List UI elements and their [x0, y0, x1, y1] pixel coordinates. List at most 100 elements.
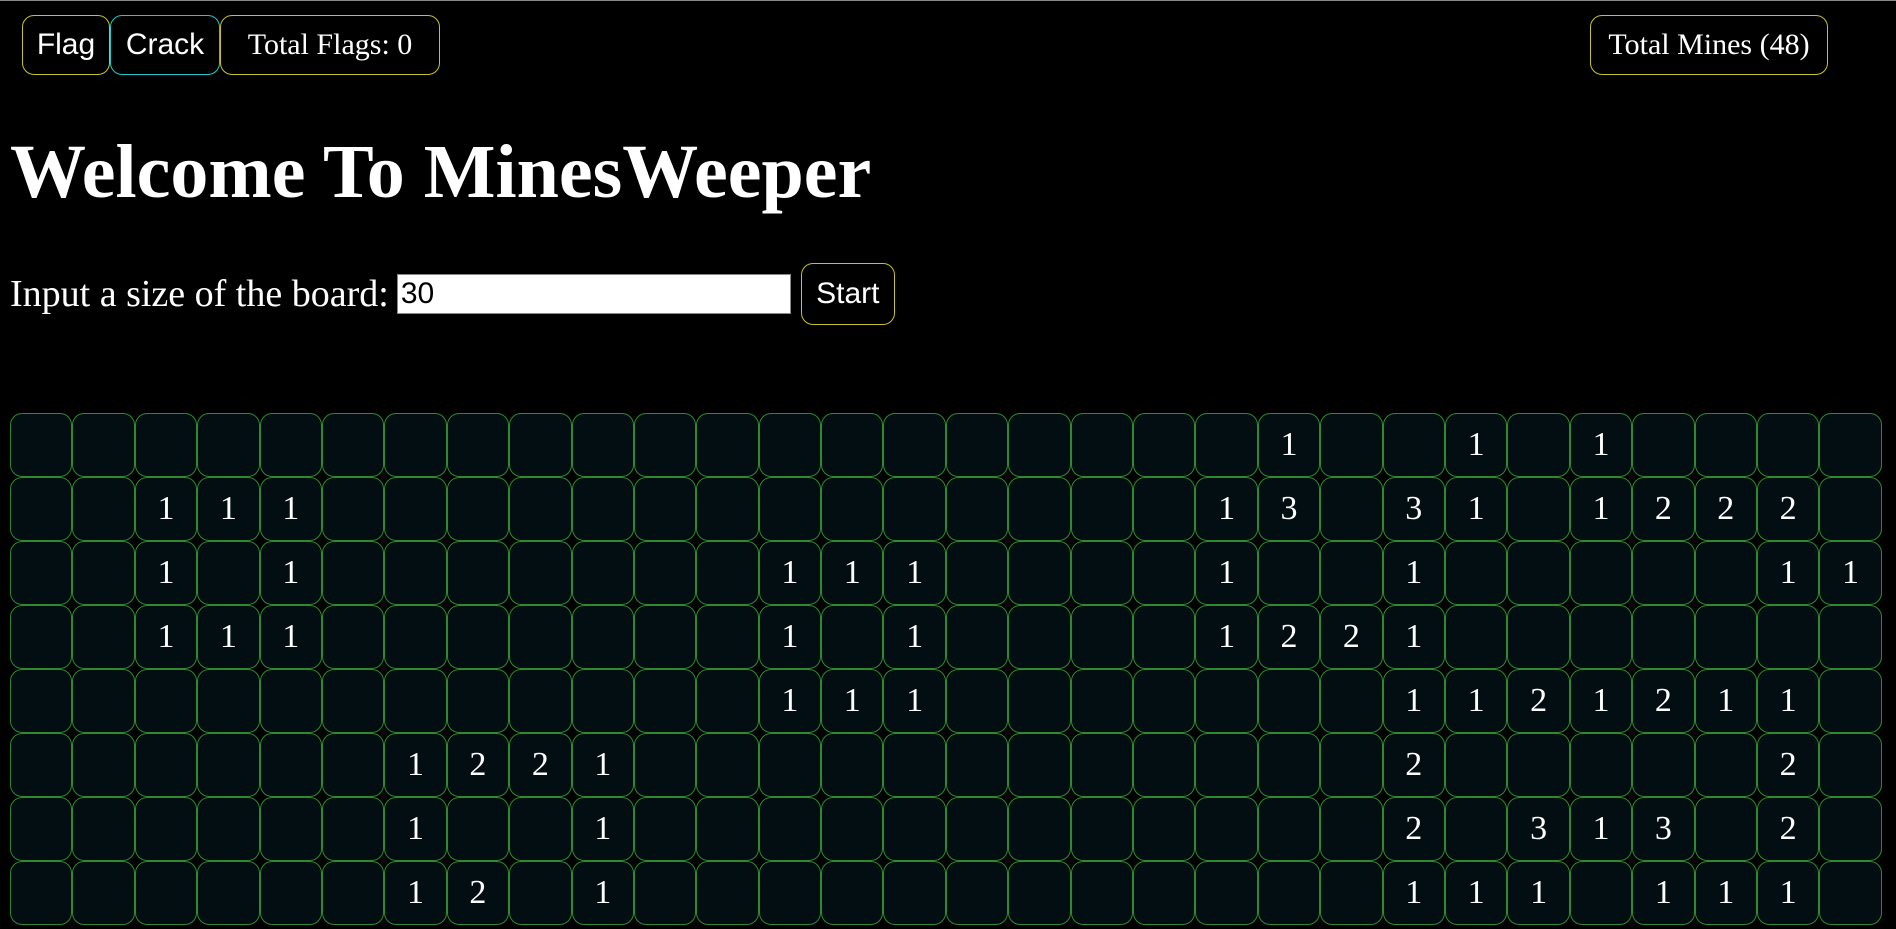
board-cell[interactable] [10, 669, 73, 733]
board-cell[interactable] [1569, 733, 1633, 797]
board-cell[interactable] [1819, 733, 1882, 797]
board-cell[interactable]: 1 [134, 477, 198, 541]
board-cell[interactable] [1008, 605, 1071, 669]
board-cell[interactable] [571, 477, 634, 541]
board-cell[interactable]: 1 [1569, 797, 1633, 861]
board-cell[interactable] [1320, 541, 1383, 605]
board-cell[interactable] [945, 413, 1009, 477]
board-cell[interactable]: 2 [446, 861, 510, 925]
board-cell[interactable] [1257, 797, 1321, 861]
board-cell[interactable] [1133, 733, 1196, 797]
board-cell[interactable] [821, 861, 884, 925]
board-cell[interactable] [1195, 733, 1258, 797]
board-cell[interactable]: 1 [259, 605, 322, 669]
board-cell[interactable] [758, 797, 822, 861]
board-cell[interactable] [1008, 733, 1071, 797]
board-cell[interactable] [1819, 605, 1882, 669]
board-cell[interactable] [384, 541, 447, 605]
board-cell[interactable] [509, 541, 572, 605]
board-cell[interactable] [509, 413, 572, 477]
board-cell[interactable] [72, 477, 135, 541]
board-cell[interactable]: 1 [1694, 669, 1757, 733]
board-cell[interactable] [134, 669, 198, 733]
board-cell[interactable] [1257, 733, 1321, 797]
board-cell[interactable] [321, 861, 385, 925]
board-cell[interactable] [1756, 413, 1820, 477]
board-cell[interactable] [134, 733, 198, 797]
board-cell[interactable]: 1 [1632, 861, 1695, 925]
board-cell[interactable] [197, 669, 260, 733]
board-cell[interactable] [633, 413, 697, 477]
board-cell[interactable] [1632, 733, 1695, 797]
board-cell[interactable] [1195, 669, 1258, 733]
board-cell[interactable]: 1 [1444, 477, 1508, 541]
board-cell[interactable] [446, 477, 510, 541]
board-cell[interactable] [633, 605, 697, 669]
board-cell[interactable] [321, 541, 385, 605]
board-cell[interactable] [72, 413, 135, 477]
board-cell[interactable] [197, 413, 260, 477]
board-cell[interactable]: 1 [259, 477, 322, 541]
board-cell[interactable]: 1 [1569, 413, 1633, 477]
board-cell[interactable]: 1 [1756, 669, 1820, 733]
board-cell[interactable] [1070, 733, 1134, 797]
board-cell[interactable]: 1 [259, 541, 322, 605]
board-cell[interactable] [384, 669, 447, 733]
board-cell[interactable] [1819, 861, 1882, 925]
board-cell[interactable] [197, 861, 260, 925]
board-cell[interactable] [1008, 541, 1071, 605]
board-cell[interactable]: 2 [1320, 605, 1383, 669]
board-cell[interactable]: 2 [1382, 733, 1445, 797]
board-cell[interactable] [197, 541, 260, 605]
board-cell[interactable] [945, 605, 1009, 669]
board-cell[interactable] [321, 733, 385, 797]
board-cell[interactable] [1444, 797, 1508, 861]
board-cell[interactable]: 1 [134, 541, 198, 605]
board-cell[interactable] [1257, 541, 1321, 605]
board-cell[interactable] [1320, 413, 1383, 477]
board-cell[interactable] [696, 413, 759, 477]
board-cell[interactable] [1320, 797, 1383, 861]
board-cell[interactable] [1320, 733, 1383, 797]
board-cell[interactable] [945, 541, 1009, 605]
board-cell[interactable] [883, 861, 946, 925]
board-cell[interactable] [1694, 541, 1757, 605]
board-cell[interactable]: 1 [1507, 861, 1570, 925]
board-cell[interactable]: 1 [571, 861, 634, 925]
board-cell[interactable] [1694, 605, 1757, 669]
board-cell[interactable]: 1 [1756, 861, 1820, 925]
board-cell[interactable] [10, 541, 73, 605]
board-cell[interactable] [446, 413, 510, 477]
board-cell[interactable]: 1 [1382, 605, 1445, 669]
board-cell[interactable] [384, 477, 447, 541]
board-cell[interactable]: 1 [1569, 669, 1633, 733]
board-cell[interactable]: 1 [571, 797, 634, 861]
board-cell[interactable] [1444, 605, 1508, 669]
board-cell[interactable] [821, 797, 884, 861]
board-cell[interactable] [696, 797, 759, 861]
board-cell[interactable]: 2 [1257, 605, 1321, 669]
board-cell[interactable] [883, 733, 946, 797]
board-cell[interactable] [197, 733, 260, 797]
board-cell[interactable]: 1 [1444, 669, 1508, 733]
board-cell[interactable] [1507, 733, 1570, 797]
board-cell[interactable] [509, 605, 572, 669]
board-cell[interactable] [945, 669, 1009, 733]
board-cell[interactable] [758, 477, 822, 541]
board-cell[interactable] [633, 669, 697, 733]
board-cell[interactable]: 1 [1444, 861, 1508, 925]
board-cell[interactable] [259, 797, 322, 861]
board-cell[interactable] [633, 477, 697, 541]
board-cell[interactable]: 2 [1632, 477, 1695, 541]
board-cell[interactable] [384, 605, 447, 669]
board-cell[interactable] [1133, 413, 1196, 477]
board-cell[interactable] [509, 477, 572, 541]
board-cell[interactable] [883, 797, 946, 861]
board-cell[interactable] [1070, 669, 1134, 733]
board-cell[interactable] [945, 797, 1009, 861]
board-cell[interactable]: 1 [384, 797, 447, 861]
board-cell[interactable] [758, 413, 822, 477]
board-cell[interactable] [633, 733, 697, 797]
board-cell[interactable] [1382, 413, 1445, 477]
board-cell[interactable] [1444, 541, 1508, 605]
